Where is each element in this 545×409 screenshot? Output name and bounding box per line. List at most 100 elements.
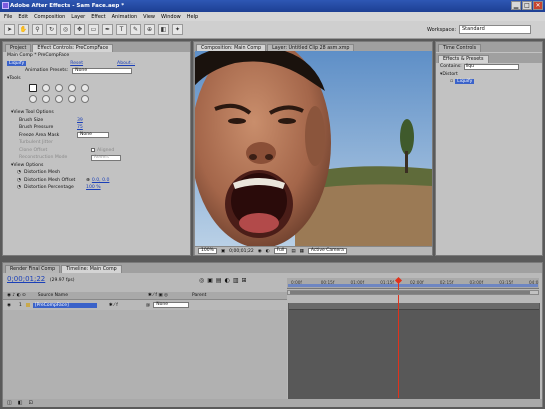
- search-input[interactable]: liqu: [463, 63, 519, 70]
- view-tool-options-header[interactable]: ▾ View Tool Options: [3, 109, 190, 117]
- playhead-indicator[interactable]: [397, 278, 399, 398]
- twirl-counterclockwise-tool-icon[interactable]: [68, 84, 76, 92]
- toggle-in-out-icon[interactable]: ⊡: [28, 400, 32, 406]
- channel-icon[interactable]: ◐: [266, 249, 270, 254]
- menu-layer[interactable]: Layer: [71, 14, 85, 20]
- menu-file[interactable]: File: [4, 14, 12, 20]
- menu-edit[interactable]: Edit: [18, 14, 28, 20]
- layer-name[interactable]: [PreCompFace]: [32, 302, 97, 308]
- bloat-tool-icon[interactable]: [29, 95, 37, 103]
- timeline-zoom-slider[interactable]: [287, 290, 539, 295]
- draft-3d-icon[interactable]: ▣: [207, 277, 213, 284]
- reflection-tool-icon[interactable]: [55, 95, 63, 103]
- menu-view[interactable]: View: [143, 14, 155, 20]
- selection-tool-icon[interactable]: ➤: [4, 24, 15, 35]
- about-link[interactable]: About...: [117, 61, 135, 66]
- layer-index: 1: [18, 302, 22, 308]
- clone-tool-icon[interactable]: [68, 95, 76, 103]
- crosshair-icon[interactable]: ⊕: [86, 178, 90, 183]
- twirl-clockwise-tool-icon[interactable]: [55, 84, 63, 92]
- transparency-grid-icon[interactable]: ▦: [300, 249, 304, 254]
- tab-time-controls[interactable]: Time Controls: [438, 44, 482, 52]
- tools-section-header[interactable]: ▾ Tools: [3, 75, 190, 83]
- tab-effect-controls[interactable]: Effect Controls: PreCompFace: [32, 44, 114, 52]
- time-ruler[interactable]: 0:00f 00:15f 01:00f 01:15f 02:00f 02:15f 03:00…: [287, 278, 539, 289]
- pan-behind-tool-icon[interactable]: ✥: [74, 24, 85, 35]
- toggle-modes-icon[interactable]: ◧: [18, 400, 23, 406]
- shift-pixels-tool-icon[interactable]: [42, 95, 50, 103]
- freeze-area-mask-dropdown[interactable]: None: [77, 132, 109, 139]
- snapshot-icon[interactable]: ◉: [258, 249, 262, 254]
- menu-composition[interactable]: Composition: [34, 14, 65, 20]
- visibility-eye-icon[interactable]: ◉: [7, 303, 11, 308]
- animation-presets-dropdown[interactable]: None: [72, 67, 133, 74]
- stopwatch-icon[interactable]: ◔: [17, 178, 21, 183]
- rotate-tool-icon[interactable]: ↻: [46, 24, 57, 35]
- menu-effect[interactable]: Effect: [91, 14, 105, 20]
- parent-pickwhip-icon[interactable]: @: [146, 303, 151, 308]
- tab-timeline-main-comp[interactable]: Timeline: Main Comp: [61, 265, 122, 273]
- timeline-timecode[interactable]: 0;00;01;22: [7, 275, 45, 283]
- resolution-dropdown[interactable]: Full: [273, 248, 288, 254]
- reconstruction-tool-icon[interactable]: [81, 95, 89, 103]
- layer-color-label-icon: [25, 303, 30, 307]
- close-button[interactable]: ✕: [533, 1, 543, 10]
- tree-item-liquify[interactable]: ▫ Liquify: [436, 78, 542, 86]
- fast-previews-icon[interactable]: ▤: [291, 249, 295, 254]
- zoom-slider-handle[interactable]: [290, 291, 530, 294]
- timeline-track-area[interactable]: [288, 303, 540, 399]
- tab-project[interactable]: Project: [5, 44, 32, 52]
- brush-tool-icon[interactable]: ✎: [130, 24, 141, 35]
- type-tool-icon[interactable]: T: [116, 24, 127, 35]
- aligned-checkbox[interactable]: [91, 148, 95, 153]
- effect-name[interactable]: Liquify: [7, 60, 27, 66]
- mask-tool-icon[interactable]: ▭: [88, 24, 99, 35]
- view-options-header[interactable]: ▾ View Options: [3, 162, 190, 170]
- hand-tool-icon[interactable]: ✋: [18, 24, 29, 35]
- workspace-dropdown[interactable]: Standard: [459, 25, 531, 34]
- tab-effects-presets[interactable]: Effects & Presets: [438, 55, 489, 63]
- distortion-percentage-value[interactable]: 100 %: [86, 185, 101, 190]
- layer-duration-bar[interactable]: [289, 303, 539, 310]
- live-update-icon[interactable]: ◎: [199, 277, 204, 284]
- region-of-interest-icon[interactable]: ▣: [221, 249, 225, 254]
- turbulence-tool-icon[interactable]: [42, 84, 50, 92]
- layer-switches-icon[interactable]: ✱ ⁄ f: [109, 303, 118, 308]
- tab-render-final-comp[interactable]: Render Final Comp: [5, 265, 61, 273]
- comp-timecode[interactable]: 0;00;01;22: [229, 249, 254, 254]
- active-camera-dropdown[interactable]: Active Camera: [307, 248, 347, 254]
- comp-flowchart-icon[interactable]: ▤: [216, 277, 222, 284]
- stopwatch-icon[interactable]: ◔: [17, 170, 21, 175]
- brush-pressure-value[interactable]: 75: [77, 125, 83, 130]
- brush-size-value[interactable]: 39: [77, 118, 83, 123]
- warp-tool-icon[interactable]: [29, 84, 37, 92]
- distortion-mesh-offset-value[interactable]: 0.0, 0.0: [92, 178, 110, 183]
- menu-help[interactable]: Help: [187, 14, 198, 20]
- zoom-tool-icon[interactable]: ⚲: [32, 24, 43, 35]
- reconstruction-mode-dropdown[interactable]: Revert: [91, 154, 121, 161]
- motion-blur-icon[interactable]: ◐: [225, 277, 230, 284]
- toggle-switches-icon[interactable]: ◫: [7, 400, 12, 406]
- parent-header[interactable]: Parent: [192, 293, 206, 298]
- graph-editor-icon[interactable]: ⊞: [242, 277, 247, 284]
- stopwatch-icon[interactable]: ◔: [17, 185, 21, 190]
- tree-folder-distort[interactable]: ▾ Distort: [436, 71, 542, 79]
- parent-dropdown[interactable]: None: [153, 302, 190, 308]
- minimize-button[interactable]: ▁: [511, 1, 521, 10]
- eraser-tool-icon[interactable]: ◧: [158, 24, 169, 35]
- zoom-dropdown[interactable]: 100%: [198, 248, 217, 254]
- camera-tool-icon[interactable]: ◎: [60, 24, 71, 35]
- composition-viewer[interactable]: [195, 51, 432, 246]
- contains-label: Contains:: [440, 64, 462, 70]
- pen-tool-icon[interactable]: ✒: [102, 24, 113, 35]
- reset-link[interactable]: Reset: [70, 61, 83, 66]
- frame-blending-icon[interactable]: ▥: [233, 277, 239, 284]
- layer-row[interactable]: ◉ 1 [PreCompFace] ✱ ⁄ f @ None: [3, 301, 287, 309]
- maximize-button[interactable]: □: [522, 1, 532, 10]
- puppet-tool-icon[interactable]: ✦: [172, 24, 183, 35]
- clone-stamp-tool-icon[interactable]: ⊕: [144, 24, 155, 35]
- pucker-tool-icon[interactable]: [81, 84, 89, 92]
- menu-animation[interactable]: Animation: [112, 14, 138, 20]
- source-name-header[interactable]: Source Name: [38, 293, 68, 298]
- menu-window[interactable]: Window: [161, 14, 181, 20]
